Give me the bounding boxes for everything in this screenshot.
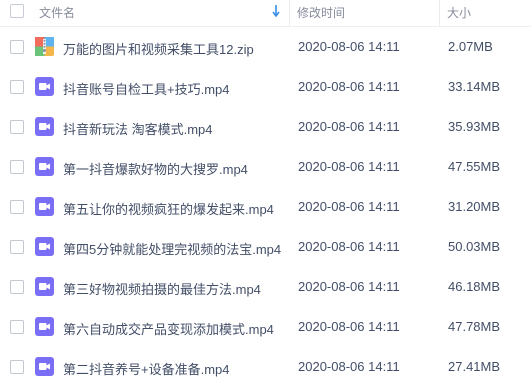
file-list-header: 文件名 修改时间 大小 bbox=[0, 0, 531, 27]
file-rows: 万能的图片和视频采集工具12.zip 2020-08-06 14:11 2.07… bbox=[0, 27, 531, 383]
file-size: 31.20MB bbox=[448, 199, 501, 214]
column-header-time[interactable]: 修改时间 bbox=[297, 4, 345, 21]
zip-icon bbox=[35, 37, 54, 56]
row-checkbox[interactable] bbox=[10, 320, 24, 334]
file-modified-time: 2020-08-06 14:11 bbox=[298, 199, 400, 214]
select-all-checkbox[interactable] bbox=[10, 4, 24, 18]
file-row[interactable]: 抖音账号自检工具+技巧.mp4 2020-08-06 14:11 33.14MB bbox=[0, 67, 531, 107]
file-name[interactable]: 第六自动成交产品变现添加模式.mp4 bbox=[63, 319, 274, 338]
file-row[interactable]: 第五让你的视频疯狂的爆发起来.mp4 2020-08-06 14:11 31.2… bbox=[0, 187, 531, 227]
file-row[interactable]: 万能的图片和视频采集工具12.zip 2020-08-06 14:11 2.07… bbox=[0, 27, 531, 67]
sort-down-arrow-icon[interactable] bbox=[272, 5, 280, 17]
file-name[interactable]: 第一抖音爆款好物的大搜罗.mp4 bbox=[63, 159, 248, 178]
file-modified-time: 2020-08-06 14:11 bbox=[298, 79, 400, 94]
file-size: 2.07MB bbox=[448, 39, 493, 54]
column-header-size[interactable]: 大小 bbox=[447, 4, 471, 21]
file-name[interactable]: 抖音账号自检工具+技巧.mp4 bbox=[63, 79, 230, 98]
file-name[interactable]: 第二抖音养号+设备准备.mp4 bbox=[63, 359, 230, 378]
column-divider[interactable] bbox=[289, 0, 290, 26]
file-list-panel: 文件名 修改时间 大小 万能的图片和视频采集工具12.zip 2020-08-0… bbox=[0, 0, 531, 383]
file-modified-time: 2020-08-06 14:11 bbox=[298, 279, 400, 294]
file-modified-time: 2020-08-06 14:11 bbox=[298, 319, 400, 334]
file-row[interactable]: 第六自动成交产品变现添加模式.mp4 2020-08-06 14:11 47.7… bbox=[0, 307, 531, 347]
file-size: 47.78MB bbox=[448, 319, 501, 334]
file-modified-time: 2020-08-06 14:11 bbox=[298, 159, 400, 174]
video-icon bbox=[35, 317, 54, 336]
file-name[interactable]: 第三好物视频拍摄的最佳方法.mp4 bbox=[63, 279, 261, 298]
file-modified-time: 2020-08-06 14:11 bbox=[298, 359, 400, 374]
file-row[interactable]: 第一抖音爆款好物的大搜罗.mp4 2020-08-06 14:11 47.55M… bbox=[0, 147, 531, 187]
file-row[interactable]: 第三好物视频拍摄的最佳方法.mp4 2020-08-06 14:11 46.18… bbox=[0, 267, 531, 307]
column-divider[interactable] bbox=[439, 0, 440, 26]
video-icon bbox=[35, 117, 54, 136]
file-name[interactable]: 第四5分钟就能处理完视频的法宝.mp4 bbox=[63, 239, 281, 258]
file-name[interactable]: 抖音新玩法 淘客模式.mp4 bbox=[63, 119, 213, 138]
file-row[interactable]: 第四5分钟就能处理完视频的法宝.mp4 2020-08-06 14:11 50.… bbox=[0, 227, 531, 267]
file-modified-time: 2020-08-06 14:11 bbox=[298, 119, 400, 134]
column-header-name[interactable]: 文件名 bbox=[39, 4, 75, 21]
row-checkbox[interactable] bbox=[10, 40, 24, 54]
row-checkbox[interactable] bbox=[10, 120, 24, 134]
file-size: 35.93MB bbox=[448, 119, 501, 134]
file-size: 46.18MB bbox=[448, 279, 501, 294]
row-checkbox[interactable] bbox=[10, 280, 24, 294]
video-icon bbox=[35, 157, 54, 176]
row-checkbox[interactable] bbox=[10, 160, 24, 174]
row-checkbox[interactable] bbox=[10, 80, 24, 94]
row-checkbox[interactable] bbox=[10, 200, 24, 214]
video-icon bbox=[35, 197, 54, 216]
file-size: 33.14MB bbox=[448, 79, 501, 94]
file-name[interactable]: 第五让你的视频疯狂的爆发起来.mp4 bbox=[63, 199, 274, 218]
file-row[interactable]: 抖音新玩法 淘客模式.mp4 2020-08-06 14:11 35.93MB bbox=[0, 107, 531, 147]
file-name[interactable]: 万能的图片和视频采集工具12.zip bbox=[63, 39, 254, 58]
file-row[interactable]: 第二抖音养号+设备准备.mp4 2020-08-06 14:11 27.41MB bbox=[0, 347, 531, 383]
row-checkbox[interactable] bbox=[10, 360, 24, 374]
file-modified-time: 2020-08-06 14:11 bbox=[298, 39, 400, 54]
file-size: 50.03MB bbox=[448, 239, 501, 254]
file-size: 47.55MB bbox=[448, 159, 501, 174]
video-icon bbox=[35, 77, 54, 96]
video-icon bbox=[35, 357, 54, 376]
row-checkbox[interactable] bbox=[10, 240, 24, 254]
file-size: 27.41MB bbox=[448, 359, 501, 374]
video-icon bbox=[35, 237, 54, 256]
file-modified-time: 2020-08-06 14:11 bbox=[298, 239, 400, 254]
video-icon bbox=[35, 277, 54, 296]
